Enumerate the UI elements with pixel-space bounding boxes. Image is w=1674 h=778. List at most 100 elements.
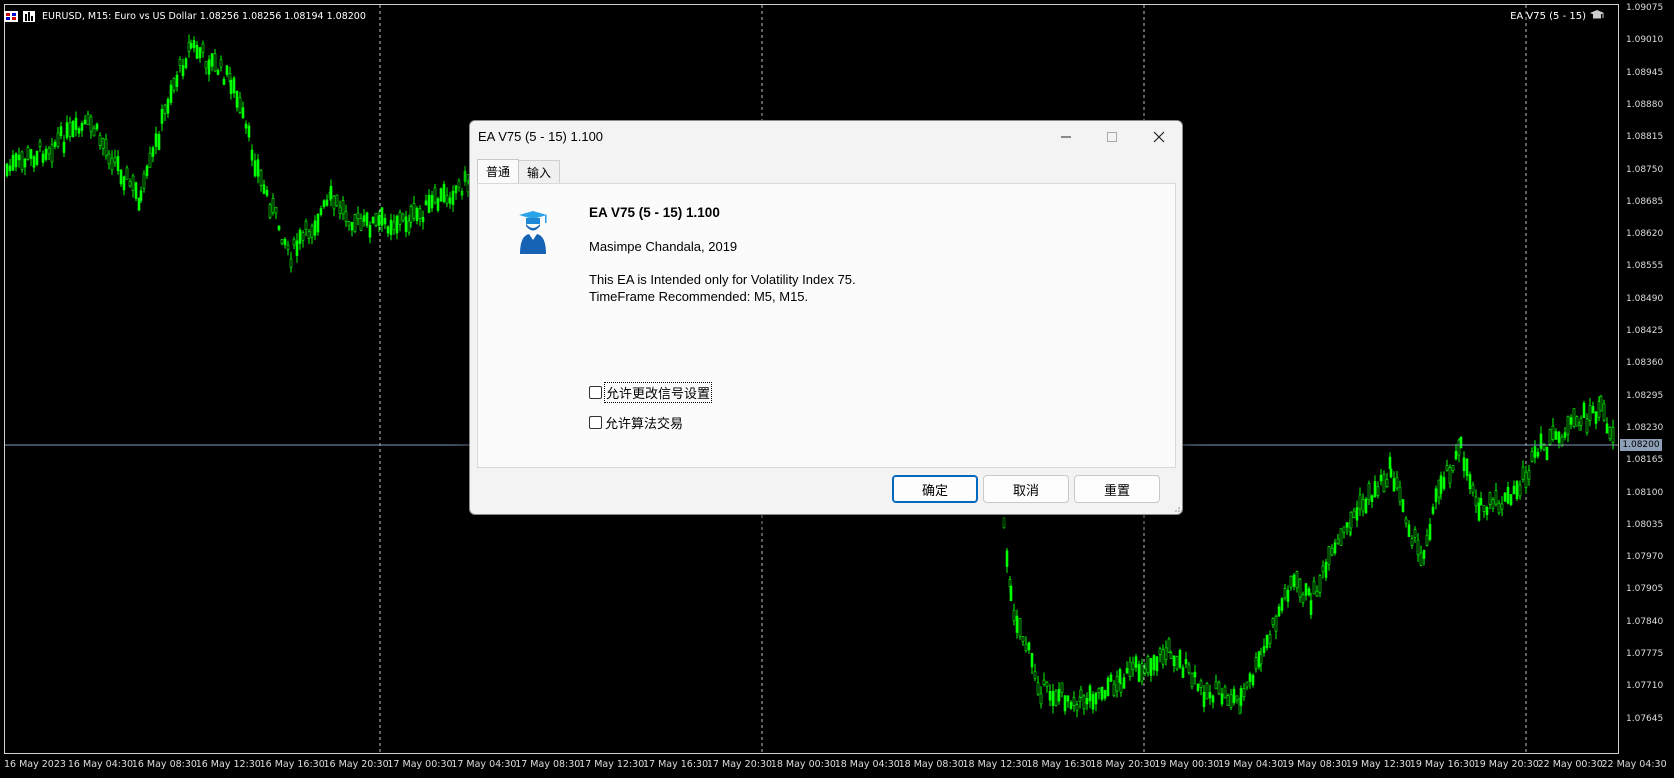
- candle-body: [1530, 451, 1534, 462]
- minimize-icon: [1061, 136, 1071, 138]
- candle-body: [1324, 561, 1328, 578]
- candle-body: [1385, 479, 1389, 487]
- candle-body: [1413, 529, 1417, 538]
- tab-common[interactable]: 普通: [477, 159, 520, 183]
- candle-body: [1158, 648, 1162, 655]
- ok-button[interactable]: 确定: [892, 475, 978, 503]
- ea-description-line2: TimeFrame Recommended: M5, M15.: [589, 289, 809, 304]
- candle-body: [430, 195, 434, 209]
- price-tick-label: 1.08685: [1626, 196, 1664, 207]
- candle-body: [1217, 682, 1221, 694]
- candle-body: [1392, 478, 1396, 492]
- candle-body: [383, 218, 387, 225]
- cancel-button[interactable]: 取消: [983, 475, 1069, 503]
- candle-body: [1439, 475, 1443, 494]
- candle-body: [374, 212, 378, 226]
- candle-body: [1091, 694, 1095, 710]
- time-tick-label: 19 May 08:30: [1282, 759, 1348, 770]
- candle-body: [1539, 433, 1543, 449]
- candle-body: [319, 208, 323, 215]
- candle-body: [1265, 634, 1269, 649]
- candle-body: [1075, 704, 1079, 711]
- candle-body: [1149, 658, 1153, 676]
- candle-body: [1611, 427, 1615, 443]
- candle-body: [1208, 692, 1212, 699]
- candle-body: [1082, 695, 1086, 710]
- time-tick-label: 19 May 04:30: [1218, 759, 1284, 770]
- candle-body: [1164, 647, 1168, 660]
- candle-body: [1021, 636, 1025, 642]
- candle-body: [1161, 649, 1165, 665]
- candle-body: [1048, 691, 1052, 701]
- candle-body: [1345, 522, 1349, 528]
- candle-body: [1376, 486, 1380, 496]
- candle-body: [304, 220, 308, 230]
- candle-body: [362, 215, 366, 222]
- candle-body: [1307, 588, 1311, 596]
- price-tick-label: 1.08425: [1626, 326, 1664, 336]
- candle-body: [286, 244, 290, 250]
- allow-algo-trading-checkbox[interactable]: 允许算法交易: [589, 413, 683, 432]
- price-tick-label: 1.08360: [1626, 358, 1664, 369]
- allow-signal-settings-checkbox[interactable]: 允许更改信号设置: [589, 382, 713, 403]
- price-tick-label: 1.08620: [1626, 229, 1664, 240]
- candle-body: [1012, 609, 1016, 622]
- candle-body: [1494, 490, 1498, 505]
- maximize-button[interactable]: [1089, 121, 1135, 153]
- dialog-titlebar[interactable]: EA V75 (5 - 15) 1.100: [470, 121, 1182, 153]
- minimize-button[interactable]: [1043, 121, 1089, 153]
- candle-body: [1312, 581, 1316, 595]
- close-button[interactable]: [1136, 121, 1182, 153]
- time-tick-label: 19 May 20:30: [1473, 759, 1539, 770]
- candle-body: [1009, 585, 1013, 602]
- time-tick-label: 16 May 2023: [4, 759, 66, 770]
- time-tick-label: 16 May 20:30: [323, 759, 389, 770]
- checkbox-label[interactable]: 允许更改信号设置: [603, 382, 713, 403]
- time-tick-label: 16 May 12:30: [195, 759, 261, 770]
- candle-body: [189, 43, 193, 49]
- candle-body: [110, 157, 114, 171]
- candle-body: [1286, 589, 1290, 602]
- ea-author: Masimpe Chandala, 2019: [589, 239, 738, 254]
- candle-body: [8, 165, 12, 172]
- candle-body: [1554, 431, 1558, 440]
- candle-body: [1457, 439, 1461, 456]
- resize-grip-icon[interactable]: [1172, 504, 1180, 512]
- time-tick-label: 17 May 20:30: [706, 759, 773, 770]
- candle-body: [1199, 680, 1203, 688]
- candle-body: [365, 212, 369, 226]
- candle-body: [1069, 702, 1073, 709]
- candle-body: [1039, 693, 1043, 705]
- candle-body: [1422, 550, 1426, 559]
- candle-body: [238, 97, 242, 113]
- candle-body: [1330, 547, 1334, 556]
- candle-body: [1471, 484, 1475, 493]
- candle-body: [244, 123, 248, 129]
- candle-body: [175, 74, 179, 87]
- time-tick-label: 17 May 12:30: [579, 759, 645, 770]
- candle-body: [1134, 656, 1138, 668]
- candle-body: [301, 232, 305, 241]
- candle-body: [377, 215, 381, 226]
- candle-body: [424, 200, 428, 206]
- time-tick-label: 17 May 00:30: [387, 759, 453, 770]
- candle-body: [1262, 646, 1266, 653]
- candle-body: [187, 42, 191, 52]
- candle-body: [137, 197, 141, 211]
- candle-body: [74, 117, 78, 130]
- candle-body: [198, 47, 202, 59]
- tab-inputs[interactable]: 输入: [518, 160, 561, 183]
- time-tick-label: 18 May 20:30: [1090, 759, 1156, 770]
- candle-body: [107, 153, 111, 165]
- candle-body: [1503, 492, 1507, 502]
- reset-button[interactable]: 重置: [1074, 475, 1160, 503]
- candle-body: [1125, 668, 1129, 674]
- candle-body: [1079, 689, 1083, 698]
- checkbox-label[interactable]: 允许算法交易: [605, 413, 683, 432]
- chart-ea-label[interactable]: EA V75 (5 - 15): [1510, 9, 1604, 24]
- checkbox-box[interactable]: [589, 416, 602, 429]
- price-tick-label: 1.08100: [1626, 487, 1664, 498]
- time-tick-label: 18 May 04:30: [834, 759, 900, 770]
- candle-body: [1057, 689, 1061, 702]
- checkbox-box[interactable]: [589, 386, 602, 399]
